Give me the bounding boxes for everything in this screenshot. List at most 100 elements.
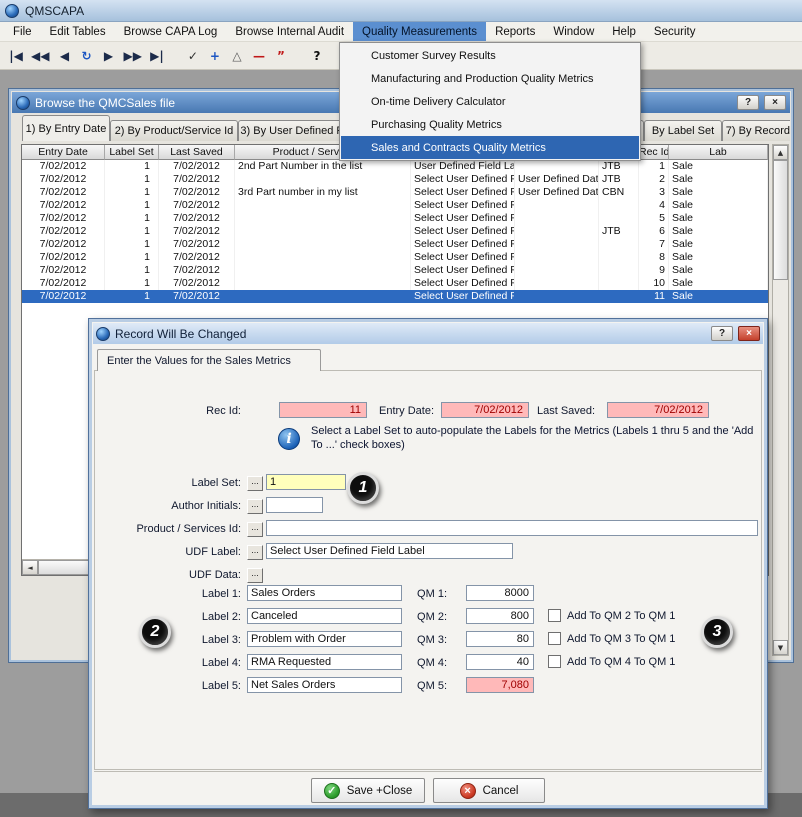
table-row[interactable]: 7/02/2012 1 7/02/2012 Select User Define… [22,238,768,251]
udf-label-label: UDF Label: [149,546,241,558]
menu-item[interactable]: Browse CAPA Log [115,22,227,41]
scroll-down-icon[interactable]: ▼ [773,640,788,655]
table-row[interactable]: 7/02/2012 1 7/02/2012 Select User Define… [22,225,768,238]
table-row[interactable]: 7/02/2012 1 7/02/2012 Select User Define… [22,173,768,186]
label-field[interactable]: Net Sales Orders [247,677,402,693]
cell-rec-id: 4 [639,199,669,212]
cell-label1: Sale [669,238,768,251]
add-to-checkbox[interactable] [548,655,561,668]
product-services-lookup-button[interactable]: ... [247,522,263,537]
label-field[interactable]: Problem with Order [247,631,402,647]
help-question-icon[interactable]: ? [307,45,327,67]
scroll-up-icon[interactable]: ▲ [773,145,788,160]
table-row[interactable]: 7/02/2012 1 7/02/2012 3rd Part number in… [22,186,768,199]
browse-help-button[interactable]: ? [737,95,759,110]
label-set-lookup-button[interactable]: ... [247,476,263,491]
dialog-help-button[interactable]: ? [711,326,733,341]
label-field[interactable]: RMA Requested [247,654,402,670]
table-row[interactable]: 7/02/2012 1 7/02/2012 2nd Part Number in… [22,160,768,173]
menu-dropdown-item[interactable]: Sales and Contracts Quality Metrics [341,136,639,159]
cell-label-set: 1 [105,186,159,199]
label-field[interactable]: Canceled [247,608,402,624]
add-to-checkbox[interactable] [548,609,561,622]
menu-item[interactable]: Help [603,22,645,41]
quote-icon[interactable]: ” [271,45,291,67]
vscroll-thumb[interactable] [773,160,788,280]
menu-item[interactable]: Security [645,22,705,41]
column-header[interactable]: Entry Date [22,145,105,160]
scroll-left-icon[interactable]: ◄ [22,560,38,575]
delete-minus-icon[interactable]: — [249,45,269,67]
menu-item[interactable]: Browse Internal Audit [226,22,353,41]
column-header[interactable]: Last Saved [159,145,235,160]
menu-dropdown-item[interactable]: Customer Survey Results [341,44,639,67]
nav-page-back-icon[interactable]: ◀◀ [28,45,52,67]
qm-field[interactable]: 40 [466,654,534,670]
qm-field[interactable]: 800 [466,608,534,624]
table-row[interactable]: 7/02/2012 1 7/02/2012 Select User Define… [22,277,768,290]
label-set-field[interactable]: 1 [266,474,346,490]
dialog-close-button[interactable]: × [738,326,760,341]
udf-data-lookup-button[interactable]: ... [247,568,263,583]
column-header[interactable]: Label Set [105,145,159,160]
cell-last-saved: 7/02/2012 [159,290,235,303]
select-check-icon[interactable]: ✓ [183,45,203,67]
author-initials-field[interactable] [266,497,323,513]
entry-date-field[interactable]: 7/02/2012 [441,402,529,418]
window-vscrollbar[interactable]: ▲ ▼ [772,144,789,656]
menu-dropdown-item[interactable]: Manufacturing and Production Quality Met… [341,67,639,90]
cell-udf-label: Select User Defined Field Label [411,277,515,290]
vscroll-track[interactable] [773,280,788,640]
table-row[interactable]: 7/02/2012 1 7/02/2012 Select User Define… [22,251,768,264]
dialog-tab[interactable]: Enter the Values for the Sales Metrics [97,349,321,371]
cell-label-set: 1 [105,277,159,290]
dialog-titlebar[interactable]: Record Will Be Changed ? × [93,323,763,344]
browse-tab[interactable]: 7) By Record Id [722,120,790,141]
browse-close-button[interactable]: × [764,95,786,110]
udf-label-field[interactable]: Select User Defined Field Label [266,543,513,559]
nav-page-forward-icon[interactable]: ▶▶ [120,45,144,67]
menu-dropdown-item[interactable]: On-time Delivery Calculator [341,90,639,113]
save-close-button[interactable]: ✓ Save +Close [311,778,425,803]
nav-first-icon[interactable]: |◀ [6,45,26,67]
browse-tab[interactable]: 3) By User Defined Fi [238,120,348,141]
cell-label-set: 1 [105,238,159,251]
qm-field[interactable]: 7,080 [466,677,534,693]
menu-item[interactable]: File [4,22,41,41]
menu-item[interactable]: Window [544,22,603,41]
table-row[interactable]: 7/02/2012 1 7/02/2012 Select User Define… [22,290,768,303]
nav-last-icon[interactable]: ▶| [147,45,167,67]
menu-item[interactable]: Edit Tables [41,22,115,41]
insert-plus-icon[interactable]: + [205,45,225,67]
label-field[interactable]: Sales Orders [247,585,402,601]
author-initials-label: Author Initials: [119,500,241,512]
browse-tab[interactable]: 2) By Product/Service Id [110,120,238,141]
product-services-field[interactable] [266,520,758,536]
browse-tab[interactable]: By Label Set [644,120,722,141]
menu-dropdown-item[interactable]: Purchasing Quality Metrics [341,113,639,136]
cell-author: JTB [599,225,639,238]
qm-field[interactable]: 8000 [466,585,534,601]
menu-item[interactable]: Reports [486,22,544,41]
browse-tab[interactable]: 1) By Entry Date [22,115,110,141]
change-triangle-icon[interactable]: △ [227,45,247,67]
table-row[interactable]: 7/02/2012 1 7/02/2012 Select User Define… [22,199,768,212]
rec-id-field[interactable]: 11 [279,402,367,418]
cancel-button[interactable]: × Cancel [433,778,545,803]
qm-field[interactable]: 80 [466,631,534,647]
cell-rec-id: 11 [639,290,669,303]
udf-label-lookup-button[interactable]: ... [247,545,263,560]
table-row[interactable]: 7/02/2012 1 7/02/2012 Select User Define… [22,212,768,225]
menu-item[interactable]: Quality Measurements [353,22,486,41]
table-row[interactable]: 7/02/2012 1 7/02/2012 Select User Define… [22,264,768,277]
author-initials-lookup-button[interactable]: ... [247,499,263,514]
last-saved-field[interactable]: 7/02/2012 [607,402,709,418]
nav-next-icon[interactable]: ▶ [98,45,118,67]
refresh-icon[interactable]: ↻ [76,45,96,67]
annotation-badge-2: 2 [139,616,171,648]
Label 2:: Label 2: Canceled QM 2: 800 Add To QM 2 … [89,608,767,631]
column-header[interactable]: Rec Id [639,145,669,160]
add-to-checkbox[interactable] [548,632,561,645]
nav-previous-icon[interactable]: ◀ [54,45,74,67]
column-header[interactable]: Lab [669,145,768,160]
